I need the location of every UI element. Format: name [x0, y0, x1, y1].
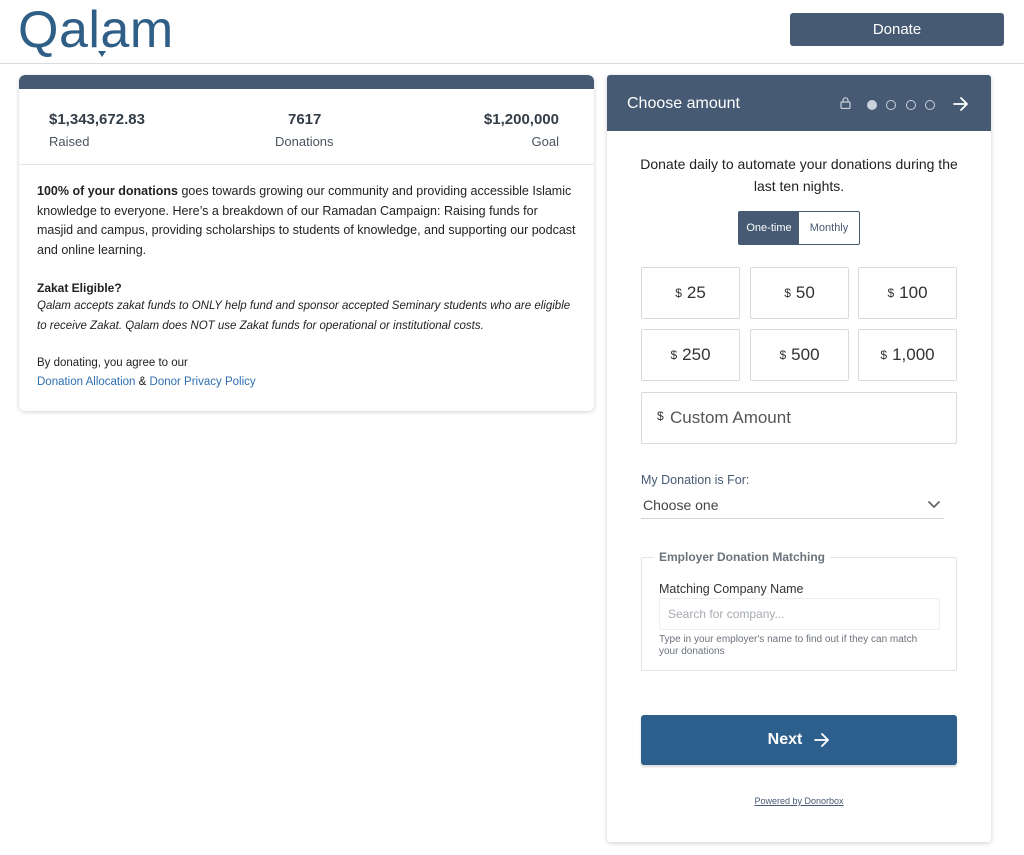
company-search-input[interactable] [659, 598, 940, 630]
donation-for-label: My Donation is For: [641, 473, 750, 487]
amount-option[interactable]: $250 [641, 329, 740, 381]
frequency-one-time[interactable]: One-time [739, 212, 799, 244]
next-label: Next [767, 731, 803, 748]
policy-links: Donation Allocation & Donor Privacy Poli… [37, 376, 256, 388]
currency-symbol: $ [657, 409, 664, 423]
description-bold: 100% of your donations [37, 184, 178, 198]
goal-label: Goal [531, 134, 559, 149]
campaign-description: 100% of your donations goes towards grow… [37, 182, 577, 260]
logo-text: Qalam [18, 1, 174, 59]
currency-symbol: $ [880, 348, 888, 362]
custom-amount-input[interactable] [670, 403, 940, 433]
link-separator: & [135, 376, 150, 388]
amount-value: 250 [682, 345, 711, 364]
custom-amount-field: $ [641, 392, 957, 444]
amount-value: 500 [791, 345, 820, 364]
header-donate-button[interactable]: Donate [790, 13, 1004, 46]
arrow-right-icon[interactable] [952, 96, 970, 112]
donation-widget: Choose amount Donate daily to automate y… [607, 75, 991, 842]
raised-label: Raised [49, 134, 90, 149]
agree-text: By donating, you agree to our [37, 357, 188, 369]
raised-value: $1,343,672.83 [49, 111, 145, 128]
donation-allocation-link[interactable]: Donation Allocation [37, 376, 135, 388]
amount-option[interactable]: $50 [750, 267, 849, 319]
amount-option[interactable]: $25 [641, 267, 740, 319]
donation-intro: Donate daily to automate your donations … [640, 156, 958, 194]
donation-for-select[interactable]: Choose one [641, 493, 944, 519]
frequency-monthly[interactable]: Monthly [799, 212, 859, 244]
qalam-logo[interactable]: Qalam [18, 2, 174, 58]
lock-icon [840, 97, 851, 109]
donations-value: 7617 [288, 111, 322, 128]
step-4-indicator [925, 100, 935, 110]
step-3-indicator [906, 100, 916, 110]
logo-accent-icon [98, 51, 106, 57]
donor-privacy-policy-link[interactable]: Donor Privacy Policy [150, 376, 256, 388]
goal-value: $1,200,000 [483, 111, 559, 128]
donations-label: Donations [275, 134, 334, 149]
employer-matching-section: Employer Donation Matching Matching Comp… [641, 550, 957, 671]
next-button[interactable]: Next [641, 715, 957, 765]
arrow-right-icon [814, 733, 830, 747]
campaign-stats: $1,343,672.83 Raised 7617 Donations $1,2… [19, 89, 594, 165]
amount-option[interactable]: $1,000 [858, 329, 957, 381]
matching-company-label: Matching Company Name [659, 582, 804, 596]
step-1-indicator [867, 100, 877, 110]
widget-title: Choose amount [627, 95, 740, 112]
chevron-down-icon [928, 501, 940, 508]
amount-value: 50 [795, 283, 815, 302]
amount-value: 1,000 [892, 345, 935, 364]
amount-value: 100 [899, 283, 928, 302]
currency-symbol: $ [887, 286, 895, 300]
currency-symbol: $ [675, 286, 682, 300]
campaign-progress-bar [19, 75, 594, 89]
currency-symbol: $ [784, 286, 791, 300]
amount-option[interactable]: $500 [750, 329, 849, 381]
amount-option[interactable]: $100 [858, 267, 957, 319]
amount-value: 25 [686, 283, 706, 302]
employer-help-text: Type in your employer's name to find out… [659, 634, 918, 657]
frequency-toggle: One-time Monthly [738, 211, 860, 245]
donation-widget-header: Choose amount [607, 75, 991, 131]
zakat-text: Qalam accepts zakat funds to ONLY help f… [37, 300, 571, 332]
employer-matching-legend: Employer Donation Matching [654, 550, 831, 564]
campaign-card: $1,343,672.83 Raised 7617 Donations $1,2… [19, 75, 594, 411]
donation-for-value: Choose one [643, 497, 719, 513]
site-header: Qalam Donate [0, 0, 1024, 64]
currency-symbol: $ [670, 348, 678, 362]
currency-symbol: $ [779, 348, 787, 362]
zakat-title: Zakat Eligible? [37, 281, 122, 295]
step-2-indicator [886, 100, 896, 110]
powered-by-link[interactable]: Powered by Donorbox [607, 796, 991, 806]
